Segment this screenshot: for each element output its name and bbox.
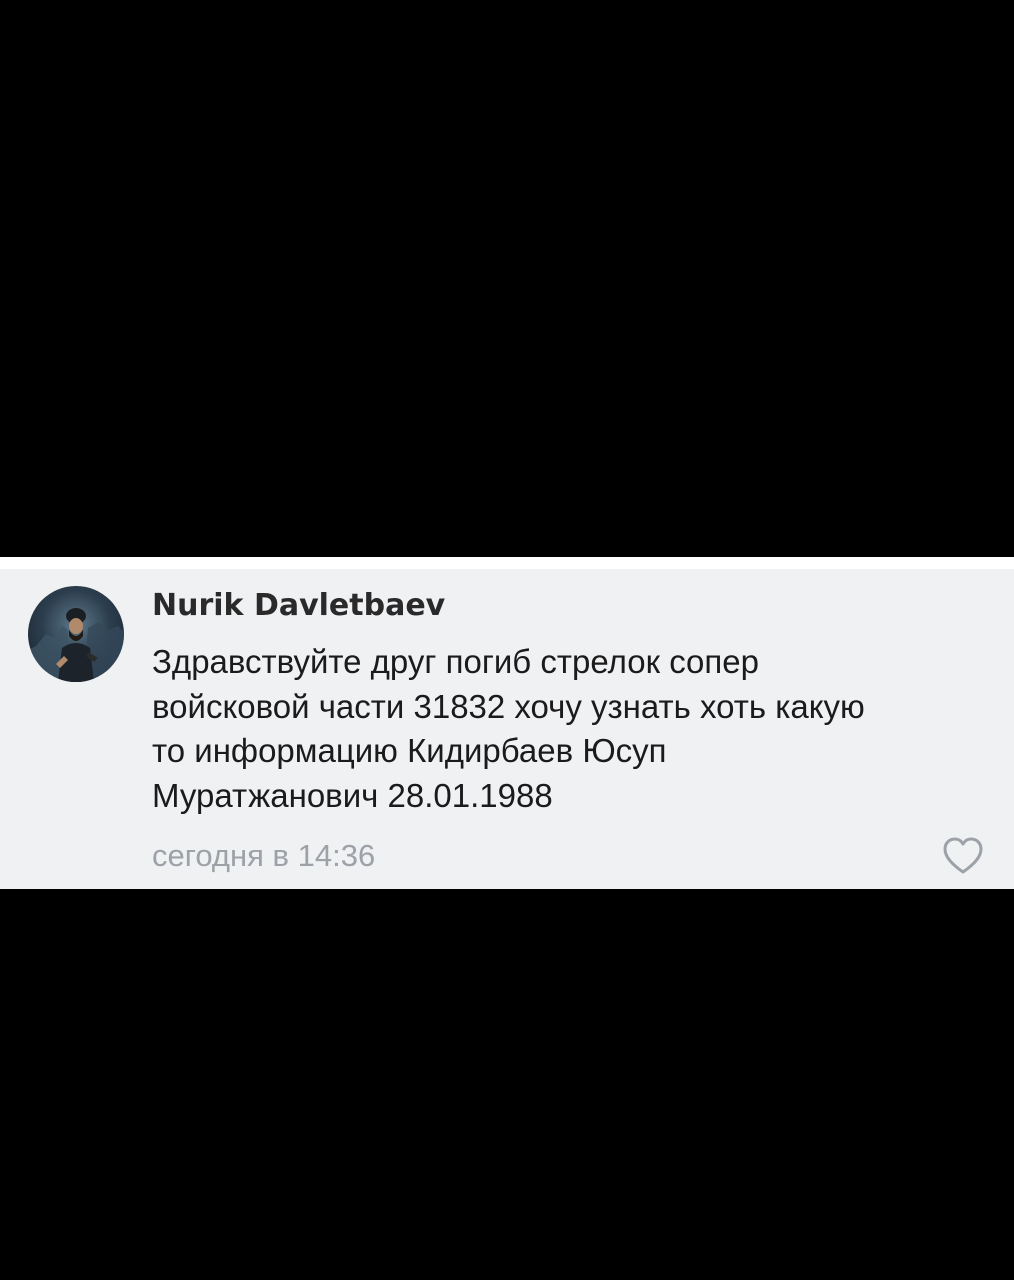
comment-text-line: Муратжанович 28.01.1988	[152, 776, 553, 814]
bottom-letterbox	[0, 889, 1014, 1280]
comment-text-line: войсковой части 31832 хочу узнать хоть к…	[152, 687, 865, 725]
comment-text-line: то информацию Кидирбаев Юсуп	[152, 732, 667, 769]
comment-timestamp[interactable]: сегодня в 14:36	[152, 836, 375, 876]
separator-strip	[0, 557, 1014, 569]
comment-text-line: Здравствуйте друг погиб стрелок сопер	[152, 643, 759, 680]
heart-outline-icon	[943, 837, 983, 874]
avatar[interactable]	[28, 586, 124, 682]
screenshot-page: Nurik Davletbaev Здравствуйте друг погиб…	[0, 0, 1014, 1280]
like-button[interactable]	[942, 836, 984, 876]
comment-text: Здравствуйте друг погиб стрелок сопер во…	[152, 640, 992, 818]
comment-author-name[interactable]: Nurik Davletbaev	[152, 584, 445, 628]
avatar-photo-icon	[28, 608, 124, 682]
top-letterbox	[0, 0, 1014, 557]
